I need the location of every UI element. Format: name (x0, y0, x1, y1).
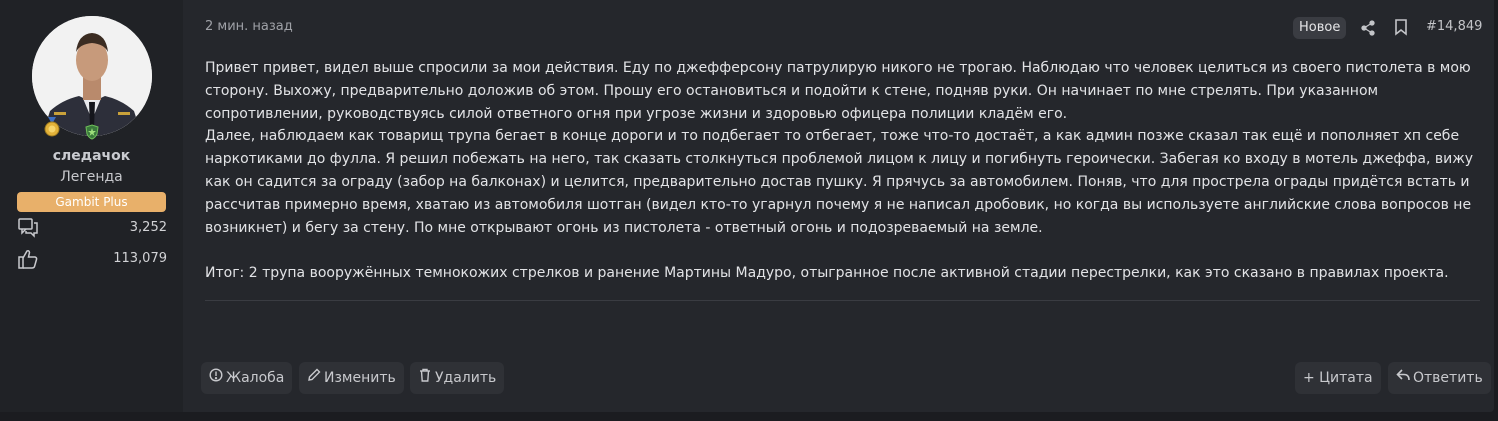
delete-label: Удалить (435, 370, 497, 386)
post-paragraph: Далее, наблюдаем как товарищ трупа бегае… (205, 128, 1474, 236)
quote-label: + Цитата (1303, 370, 1373, 386)
messages-stat: 3,252 (17, 217, 167, 239)
report-label: Жалоба (226, 370, 285, 386)
messages-count: 3,252 (129, 220, 167, 235)
new-badge: Новое (1293, 17, 1347, 39)
pencil-icon (307, 362, 321, 394)
username[interactable]: следачок (0, 148, 183, 164)
post-paragraph: Привет привет, видел выше спросили за мо… (205, 60, 1471, 122)
trash-icon (418, 362, 432, 394)
post-paragraph: Итог: 2 трупа вооружённых темнокожих стр… (205, 265, 1449, 282)
reactions-stat: 113,079 (17, 248, 167, 270)
report-button[interactable]: Жалоба (201, 362, 293, 394)
alert-circle-icon (209, 362, 223, 394)
share-icon[interactable] (1360, 20, 1376, 36)
shield-icon[interactable] (84, 124, 100, 140)
divider (205, 300, 1480, 301)
user-title: Легенда (60, 169, 123, 185)
reactions-count: 113,079 (113, 251, 167, 266)
user-banner: Gambit Plus (17, 192, 166, 212)
post-container: следачок Легенда Gambit Plus 3,252 113,0… (0, 0, 1494, 412)
bookmark-icon[interactable] (1394, 19, 1408, 36)
edit-button[interactable]: Изменить (299, 362, 404, 394)
quote-button[interactable]: + Цитата (1295, 362, 1381, 394)
edit-label: Изменить (324, 370, 396, 386)
post-number[interactable]: #14,849 (1426, 19, 1482, 34)
reply-icon (1396, 362, 1410, 394)
post-time[interactable]: 2 мин. назад (205, 19, 293, 34)
medal-icon[interactable] (44, 117, 60, 137)
like-icon (17, 248, 39, 270)
post-body: Привет привет, видел выше спросили за мо… (205, 57, 1480, 285)
messages-icon (17, 217, 39, 239)
reply-label: Ответить (1413, 370, 1483, 386)
user-sidebar: следачок Легенда Gambit Plus 3,252 113,0… (0, 0, 183, 412)
delete-button[interactable]: Удалить (410, 362, 505, 394)
reply-button[interactable]: Ответить (1388, 362, 1491, 394)
